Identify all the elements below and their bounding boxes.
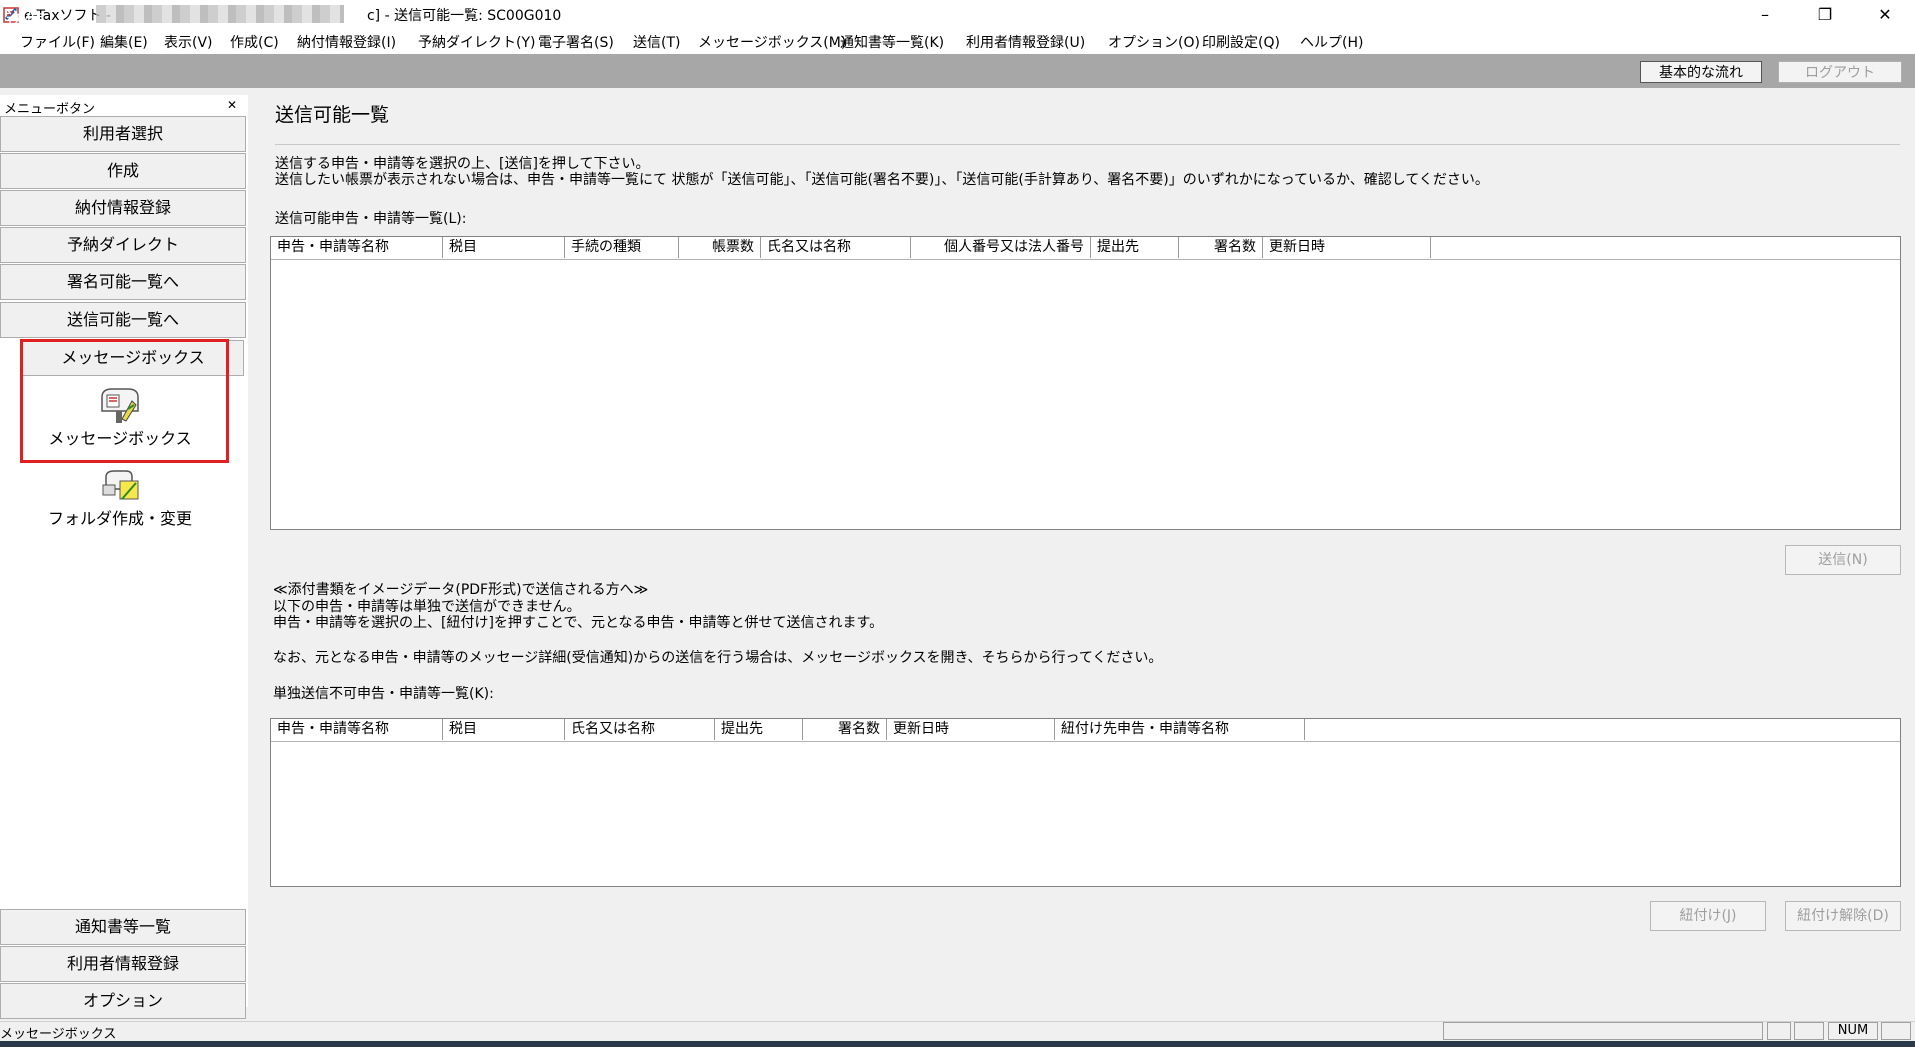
logout-button[interactable]: ログアウト (1778, 61, 1902, 83)
col-procedure-type[interactable]: 手続の種類 (565, 237, 679, 258)
col-updated-at[interactable]: 更新日時 (1263, 237, 1431, 258)
col2-linked-name[interactable]: 紐付け先申告・申請等名称 (1055, 719, 1305, 740)
instruction-line-2: 送信したい帳票が表示されない場合は、申告・申請等一覧にて 状態が「送信可能」、「… (275, 172, 1489, 188)
minimize-button[interactable]: – (1735, 0, 1795, 30)
folder-edit-icon[interactable] (100, 465, 144, 505)
menu-print-settings[interactable]: 印刷設定(Q) (1202, 32, 1280, 52)
menu-options[interactable]: オプション(O) (1108, 32, 1200, 52)
link-button[interactable]: 紐付け(J) (1650, 901, 1766, 931)
nav-sign-list-button[interactable]: 署名可能一覧へ (0, 264, 246, 300)
sidebar-close-icon[interactable]: ✕ (227, 98, 237, 112)
standalone-list-header: 申告・申請等名称 税目 氏名又は名称 提出先 署名数 更新日時 紐付け先申告・申… (271, 719, 1900, 742)
screen-header (0, 54, 1915, 88)
basic-flow-button[interactable]: 基本的な流れ (1640, 61, 1762, 83)
sendable-list-header: 申告・申請等名称 税目 手続の種類 帳票数 氏名又は名称 個人番号又は法人番号 … (271, 237, 1900, 260)
menu-create[interactable]: 作成(C) (230, 32, 279, 52)
col2-name[interactable]: 申告・申請等名称 (271, 719, 443, 740)
menu-yono-direct[interactable]: 予納ダイレクト(Y) (418, 32, 535, 52)
folder-edit-label[interactable]: フォルダ作成・変更 (30, 505, 210, 529)
menu-file[interactable]: ファイル(F) (20, 32, 95, 52)
menu-bar: ファイル(F) 編集(E) 表示(V) 作成(C) 納付情報登録(I) 予納ダイ… (0, 30, 1915, 54)
menu-button-label: メニューボタン (4, 102, 96, 117)
menu-help[interactable]: ヘルプ(H) (1300, 32, 1363, 52)
blurred-user-name (96, 5, 344, 23)
col-submit-to[interactable]: 提出先 (1091, 237, 1179, 258)
highlight-box (20, 339, 229, 463)
sendable-list-label: 送信可能申告・申請等一覧(L): (275, 211, 467, 227)
nav-user-info-button[interactable]: 利用者情報登録 (0, 946, 246, 982)
col-form-count[interactable]: 帳票数 (679, 237, 761, 258)
menu-payment-info[interactable]: 納付情報登録(I) (297, 32, 396, 52)
page-title: 送信可能一覧 (275, 104, 390, 126)
status-panel-5 (1881, 1022, 1911, 1040)
taskbar-strip (0, 1041, 1915, 1047)
col-personal-number[interactable]: 個人番号又は法人番号 (911, 237, 1091, 258)
note-line-4: なお、元となる申告・申請等のメッセージ詳細(受信通知)からの送信を行う場合は、メ… (273, 650, 1163, 666)
screen-title: 送信 (6, 9, 45, 31)
status-panel-3 (1794, 1022, 1824, 1040)
col2-signature-count[interactable]: 署名数 (803, 719, 887, 740)
nav-notices-button[interactable]: 通知書等一覧 (0, 909, 246, 945)
col2-updated-at[interactable]: 更新日時 (887, 719, 1055, 740)
menu-send[interactable]: 送信(T) (633, 32, 680, 52)
sendable-list-table[interactable]: 申告・申請等名称 税目 手続の種類 帳票数 氏名又は名称 個人番号又は法人番号 … (270, 236, 1901, 530)
nav-yono-direct-button[interactable]: 予納ダイレクト (0, 227, 246, 263)
col-name[interactable]: 申告・申請等名称 (271, 237, 443, 258)
nav-send-list-button[interactable]: 送信可能一覧へ (0, 302, 246, 338)
col-tax-item[interactable]: 税目 (443, 237, 565, 258)
unlink-button[interactable]: 紐付け解除(D) (1785, 901, 1901, 931)
close-window-button[interactable]: ✕ (1855, 0, 1915, 30)
menu-message-box[interactable]: メッセージボックス(M) (698, 32, 846, 52)
menu-e-signature[interactable]: 電子署名(S) (538, 32, 614, 52)
status-text: メッセージボックス (0, 1027, 117, 1042)
col-signature-count[interactable]: 署名数 (1179, 237, 1263, 258)
nav-payment-info-button[interactable]: 納付情報登録 (0, 190, 246, 226)
menu-edit[interactable]: 編集(E) (100, 32, 148, 52)
menu-user-info[interactable]: 利用者情報登録(U) (966, 32, 1085, 52)
standalone-list-table[interactable]: 申告・申請等名称 税目 氏名又は名称 提出先 署名数 更新日時 紐付け先申告・申… (270, 718, 1901, 887)
menu-view[interactable]: 表示(V) (164, 32, 213, 52)
maximize-button[interactable]: ❐ (1795, 0, 1855, 30)
standalone-list-label: 単独送信不可申告・申請等一覧(K): (273, 686, 494, 702)
window-title-suffix: c] - 送信可能一覧: SC00G010 (366, 8, 562, 24)
nav-user-select-button[interactable]: 利用者選択 (0, 116, 246, 152)
nav-create-button[interactable]: 作成 (0, 153, 246, 189)
note-line-3: 申告・申請等を選択の上、[紐付け]を押すことで、元となる申告・申請等と併せて送信… (273, 615, 884, 631)
num-lock-indicator: NUM (1828, 1022, 1878, 1040)
status-panel-2 (1767, 1022, 1791, 1040)
col2-person-name[interactable]: 氏名又は名称 (565, 719, 715, 740)
status-panel-1 (1443, 1022, 1763, 1040)
menu-notices[interactable]: 通知書等一覧(K) (840, 32, 944, 52)
nav-options-button[interactable]: オプション (0, 983, 246, 1019)
title-divider (275, 144, 1900, 145)
col-person-name[interactable]: 氏名又は名称 (761, 237, 911, 258)
send-button[interactable]: 送信(N) (1785, 545, 1901, 575)
col2-tax-item[interactable]: 税目 (443, 719, 565, 740)
col2-submit-to[interactable]: 提出先 (715, 719, 803, 740)
